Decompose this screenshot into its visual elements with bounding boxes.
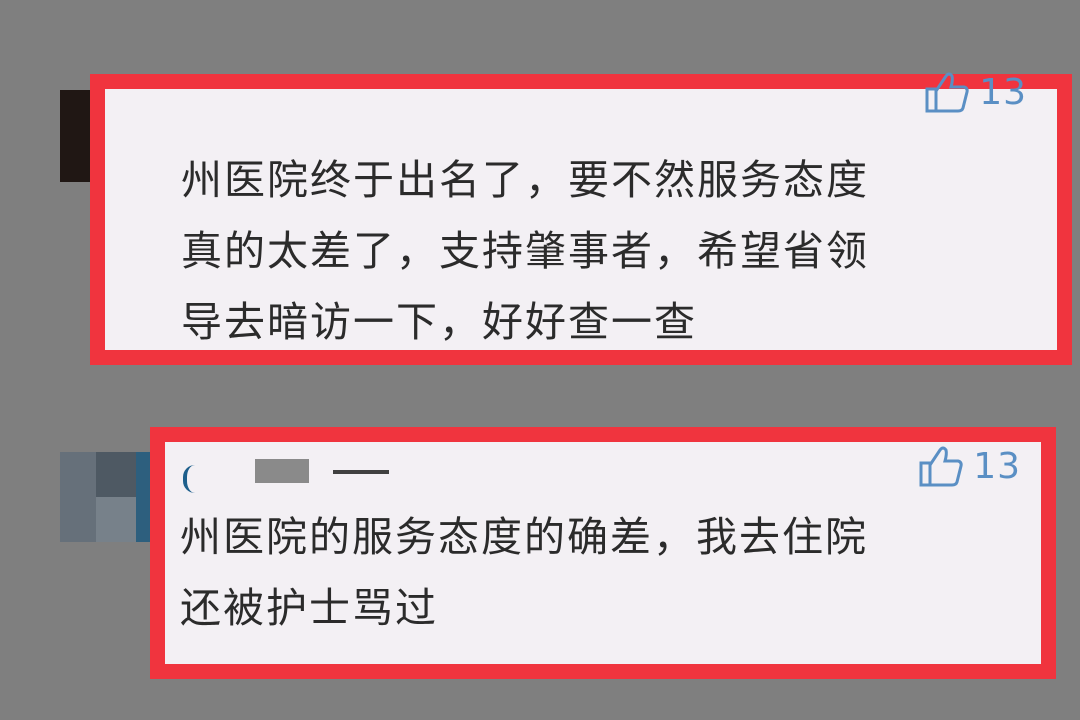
comment-highlighted-1: 13 州医院终于出名了，要不然服务态度 真的太差了，支持肇事者，希望省领 导去暗… [90,71,1072,365]
like-count: 13 [979,71,1027,113]
thumbs-up-icon [925,72,969,113]
comment-highlighted-2: 13 州医院的服务态度的确差，我去住院 还被护士骂过 [150,427,1056,679]
like-button[interactable]: 13 [917,445,1021,487]
username-blurred[interactable] [255,459,309,483]
avatar-edge [183,465,196,493]
thumbs-up-icon [919,446,963,487]
like-button[interactable]: 13 [923,71,1027,113]
like-count: 13 [973,445,1021,487]
comment-text: 州医院的服务态度的确差，我去住院 还被护士骂过 [180,513,868,632]
comment-text: 州医院终于出名了，要不然服务态度 真的太差了，支持肇事者，希望省领 导去暗访一下… [181,156,869,346]
username-mark [333,470,389,474]
